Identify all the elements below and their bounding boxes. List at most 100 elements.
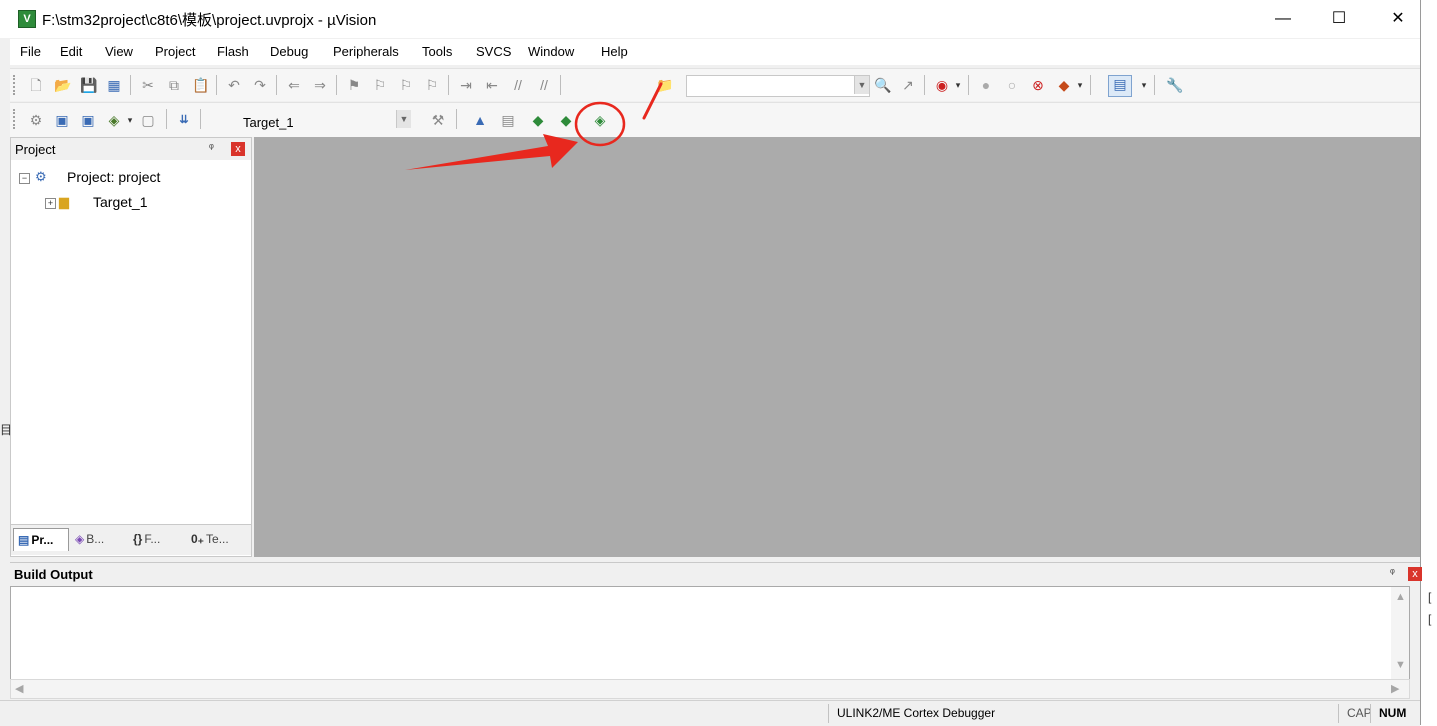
build-icon[interactable]: ▣: [54, 112, 70, 128]
clear-bookmarks-icon[interactable]: ⚐: [424, 77, 440, 93]
tab-functions[interactable]: {} F...: [129, 528, 183, 550]
find-icon[interactable]: 🔍: [874, 77, 891, 93]
menu-svcs[interactable]: SVCS: [476, 44, 511, 59]
new-file-icon[interactable]: 🗋: [28, 77, 44, 93]
rebuild-icon[interactable]: ▣: [80, 112, 96, 128]
debug-session-icon[interactable]: ◉: [934, 77, 950, 93]
expand-icon[interactable]: +: [45, 198, 56, 209]
menu-peripherals[interactable]: Peripherals: [333, 44, 399, 59]
navigate-back-icon[interactable]: ⇐: [286, 77, 302, 93]
tab-templates[interactable]: 0₊ Te...: [187, 528, 247, 550]
file-toolbar: 🗋 📂 💾 ▦ ✂ ⧉ 📋 ↶ ↷ ⇐ ⇒ ⚑ ⚐ ⚐ ⚐ ⇥ ⇤ // // …: [10, 68, 1420, 101]
save-icon[interactable]: 💾: [80, 77, 97, 93]
toolbar-separator: [166, 109, 167, 129]
manage-project-items-icon[interactable]: ▲: [472, 112, 488, 128]
uvision-window: V F:\stm32project\c8t6\模板\project.uvproj…: [0, 0, 1422, 726]
minimize-button[interactable]: —: [1260, 4, 1306, 34]
toolbar-separator: [1090, 75, 1091, 95]
next-bookmark-icon[interactable]: ⚐: [398, 77, 414, 93]
window-layout-dropdown-icon[interactable]: ▾: [1136, 77, 1152, 93]
collapse-icon[interactable]: −: [19, 173, 30, 184]
save-all-icon[interactable]: ▦: [106, 77, 122, 93]
toolbar-separator: [560, 75, 561, 95]
functions-tab-icon: {}: [133, 532, 143, 546]
scroll-down-icon[interactable]: ▼: [1395, 659, 1406, 671]
target-select-value: Target_1: [243, 115, 294, 130]
build-output-text[interactable]: ▲ ▼: [10, 586, 1410, 682]
status-debugger: ULINK2/ME Cortex Debugger: [828, 704, 1227, 723]
scroll-up-icon[interactable]: ▲: [1395, 591, 1406, 603]
debug-dropdown-icon[interactable]: ▾: [950, 77, 966, 93]
paste-icon[interactable]: 📋: [192, 77, 209, 93]
toolbar-grip[interactable]: [13, 75, 18, 95]
maximize-button[interactable]: ☐: [1316, 4, 1362, 34]
batch-build-icon[interactable]: ◈: [106, 112, 122, 128]
kill-breakpoints-icon[interactable]: ◆: [1056, 77, 1072, 93]
menu-help[interactable]: Help: [601, 44, 628, 59]
find-in-files-icon[interactable]: 📁: [656, 77, 673, 93]
build-output-header: Build Output ᵠ x: [10, 562, 1422, 585]
scroll-left-icon[interactable]: ◀: [15, 682, 23, 695]
build-output-title: Build Output: [14, 567, 93, 582]
menu-edit[interactable]: Edit: [60, 44, 82, 59]
window-layout-icon[interactable]: ▤: [1108, 75, 1132, 97]
stop-build-icon[interactable]: ▢: [140, 112, 156, 128]
download-load-icon[interactable]: ⇊: [176, 112, 192, 128]
pin-icon[interactable]: ᵠ: [209, 142, 214, 154]
menu-project[interactable]: Project: [155, 44, 195, 59]
toolbar-separator: [924, 75, 925, 95]
background-window-glyph: 目: [0, 423, 13, 437]
find-combobox[interactable]: ▼: [686, 75, 870, 97]
redo-icon[interactable]: ↷: [252, 77, 268, 93]
configure-wrench-icon[interactable]: 🔧: [1166, 77, 1183, 93]
uncomment-icon[interactable]: //: [536, 77, 552, 93]
status-num: NUM: [1370, 704, 1407, 723]
menu-debug[interactable]: Debug: [270, 44, 308, 59]
batch-build-dropdown-icon[interactable]: ▾: [122, 112, 138, 128]
navigate-forward-icon[interactable]: ⇒: [312, 77, 328, 93]
pin-icon[interactable]: ᵠ: [1390, 567, 1395, 579]
close-panel-icon[interactable]: x: [231, 142, 245, 156]
pack-installer-highlighted-icon[interactable]: ◈: [592, 112, 608, 128]
project-panel-title: Project: [15, 142, 56, 157]
close-build-output-icon[interactable]: x: [1408, 567, 1422, 581]
target-dropdown-arrow-icon[interactable]: ▼: [396, 110, 411, 128]
bookmark-icon[interactable]: ⚑: [346, 77, 362, 93]
copy-icon[interactable]: ⧉: [166, 77, 182, 93]
vertical-scrollbar[interactable]: ▲ ▼: [1391, 587, 1409, 681]
enable-breakpoint-icon[interactable]: ○: [1004, 77, 1020, 93]
options-for-target-icon[interactable]: ⚒: [430, 112, 446, 128]
open-folder-icon[interactable]: 📂: [54, 77, 71, 93]
tab-books[interactable]: ◈ B...: [71, 528, 125, 550]
menu-tools[interactable]: Tools: [422, 44, 452, 59]
undo-icon[interactable]: ↶: [226, 77, 242, 93]
status-bar: ULINK2/ME Cortex Debugger CAP NUM: [0, 700, 1420, 726]
previous-bookmark-icon[interactable]: ⚐: [372, 77, 388, 93]
find-dropdown-arrow-icon[interactable]: ▼: [854, 76, 869, 94]
translate-icon[interactable]: ⚙: [28, 112, 44, 128]
select-packs-icon[interactable]: ▤: [500, 112, 516, 128]
scroll-right-icon[interactable]: ▶: [1391, 682, 1399, 695]
tab-project[interactable]: ▤ Pr...: [13, 528, 69, 551]
project-panel-header: Project ᵠ x: [11, 138, 251, 160]
menu-flash[interactable]: Flash: [217, 44, 249, 59]
pack-installer-icon[interactable]: ◆: [558, 112, 574, 128]
insert-breakpoint-icon[interactable]: ●: [978, 77, 994, 93]
menu-view[interactable]: View: [105, 44, 133, 59]
comment-icon[interactable]: //: [510, 77, 526, 93]
incremental-find-icon[interactable]: ↗: [900, 77, 916, 93]
manage-run-time-environment-icon[interactable]: ◆: [530, 112, 546, 128]
close-window-button[interactable]: ✕: [1375, 4, 1421, 34]
indent-icon[interactable]: ⇥: [458, 77, 474, 93]
breakpoints-dropdown-icon[interactable]: ▾: [1072, 77, 1088, 93]
disable-breakpoints-icon[interactable]: ⊗: [1030, 77, 1046, 93]
horizontal-scrollbar[interactable]: ◀ ▶: [10, 679, 1410, 699]
project-root-label: Project: project: [67, 169, 161, 185]
project-gear-icon: ⚙: [35, 169, 47, 184]
menu-window[interactable]: Window: [528, 44, 574, 59]
unindent-icon[interactable]: ⇤: [484, 77, 500, 93]
menu-file[interactable]: File: [20, 44, 41, 59]
toolbar-grip[interactable]: [13, 109, 18, 129]
cut-icon[interactable]: ✂: [140, 77, 156, 93]
project-panel: Project ᵠ x − ⚙ Project: project + ▆ Tar…: [10, 137, 252, 557]
